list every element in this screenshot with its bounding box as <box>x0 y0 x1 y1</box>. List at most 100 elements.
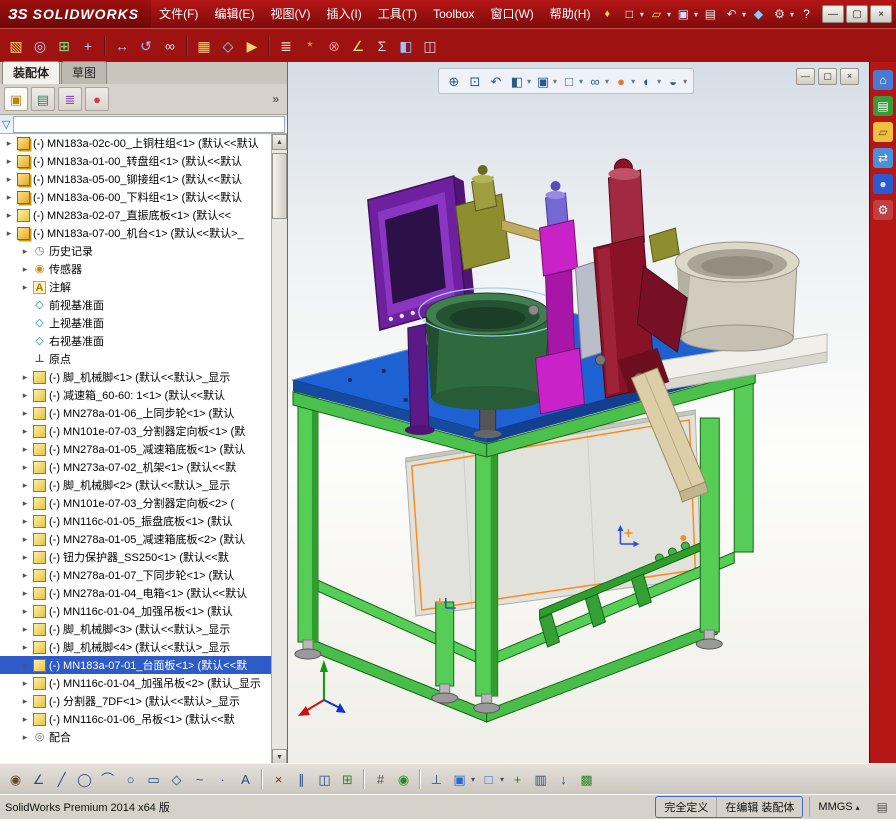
tree-item[interactable]: ▸ ◉ 传感器 <box>0 260 272 278</box>
section-view-button-dropdown[interactable]: ▾ <box>527 77 531 86</box>
expand-arrow[interactable]: ▸ <box>4 228 14 239</box>
save-button[interactable]: ▣ <box>674 5 693 24</box>
expand-arrow[interactable]: ▸ <box>20 282 30 293</box>
expand-arrow[interactable]: ▸ <box>4 156 14 167</box>
expand-arrow[interactable]: ▸ <box>20 606 30 617</box>
open-button-dropdown[interactable]: ▾ <box>667 10 671 19</box>
file-explorer-icon[interactable]: ▱ <box>873 122 893 142</box>
model-leveling-feet[interactable] <box>294 629 723 714</box>
expand-arrow[interactable]: ▸ <box>4 210 14 221</box>
displaymanager-tab[interactable]: ● <box>85 87 109 111</box>
maximize-button[interactable]: ▢ <box>846 5 868 23</box>
menu-pin-icon[interactable]: ♦ <box>598 8 616 20</box>
tree-item[interactable]: ▸ (-) MN101e-07-03_分割器定向板<1> (默 <box>0 422 272 440</box>
viewport-minimize-button[interactable]: — <box>796 68 815 85</box>
help-button[interactable]: ? <box>797 5 816 24</box>
viewport-restore-button[interactable]: ▢ <box>818 68 837 85</box>
tree-item[interactable]: ▸ (-) 减速箱_60-60: 1<1> (默认<<默认 <box>0 386 272 404</box>
expand-arrow[interactable]: ▸ <box>20 264 30 275</box>
display-style-button[interactable]: □ <box>559 71 579 91</box>
tree-item[interactable]: ▸ (-) 脚_机械脚<2> (默认<<默认>_显示 <box>0 476 272 494</box>
viewport-close-button[interactable]: × <box>840 68 859 85</box>
expand-arrow[interactable]: ▸ <box>20 660 30 671</box>
menu-item[interactable]: 编辑(E) <box>206 0 262 28</box>
tree-item[interactable]: ▸ (-) MN278a-01-04_电箱<1> (默认<<默认 <box>0 584 272 602</box>
show-hidden-components-button[interactable]: ∞ <box>159 35 181 57</box>
minimize-button[interactable]: — <box>822 5 844 23</box>
tree-item[interactable]: ▸ (-) 脚_机械脚<4> (默认<<默认>_显示 <box>0 638 272 656</box>
view-planes-button-dropdown[interactable]: ▾ <box>471 775 475 784</box>
edit-appearance-button-dropdown[interactable]: ▾ <box>631 77 635 86</box>
point-button[interactable]: · <box>212 769 233 790</box>
expand-arrow[interactable]: ▸ <box>20 624 30 635</box>
shaded-view-button-dropdown[interactable]: ▾ <box>500 775 504 784</box>
linear-component-pattern-button[interactable]: ⊞ <box>53 35 75 57</box>
tree-item[interactable]: ▸ (-) MN183a-02c-00_上铜柱组<1> (默认<<默认 <box>0 134 272 152</box>
tree-item[interactable]: ▸ (-) 分割器_7DF<1> (默认<<默认>_显示 <box>0 692 272 710</box>
tree-item[interactable]: ▸ (-) MN278a-01-05_减速箱底板<1> (默认 <box>0 440 272 458</box>
tree-item[interactable]: ▸ (-) MN116c-01-05_振盘底板<1> (默认 <box>0 512 272 530</box>
rebuild-button[interactable]: ◆ <box>749 5 768 24</box>
menu-item[interactable]: 帮助(H) <box>542 0 599 28</box>
section-view-button[interactable]: ◧ <box>507 71 527 91</box>
tree-item[interactable]: ▸ (-) MN278a-01-06_上同步轮<1> (默认 <box>0 404 272 422</box>
expand-arrow[interactable]: ▸ <box>20 462 30 473</box>
new-document-button-dropdown[interactable]: ▾ <box>640 10 644 19</box>
scrollbar-up-button[interactable]: ▲ <box>272 134 287 150</box>
scrollbar-thumb[interactable] <box>272 153 287 219</box>
undo-button-dropdown[interactable]: ▾ <box>742 10 746 19</box>
arc-button[interactable]: ⌒ <box>97 769 118 790</box>
expand-arrow[interactable]: ▸ <box>20 552 30 563</box>
expand-arrow[interactable]: ▸ <box>20 696 30 707</box>
polygon-button[interactable]: ◇ <box>166 769 187 790</box>
options-button-dropdown[interactable]: ▾ <box>790 10 794 19</box>
expand-arrow[interactable]: ▸ <box>20 408 30 419</box>
tree-filter-input[interactable] <box>13 115 285 133</box>
grid-snap-button[interactable]: # <box>370 769 391 790</box>
menu-item[interactable]: 窗口(W) <box>482 0 541 28</box>
sketch-snaps-button[interactable]: ◉ <box>393 769 414 790</box>
view-settings-button[interactable]: ◒ <box>663 71 683 91</box>
shaded-view-button[interactable]: □ <box>478 769 499 790</box>
tree-scrollbar[interactable]: ▲ ▼ <box>271 134 287 765</box>
assembly-features-button[interactable]: ▦ <box>193 35 215 57</box>
offset-entities-button[interactable]: ∥ <box>291 769 312 790</box>
expand-arrow[interactable]: ▸ <box>20 246 30 257</box>
move-component-button[interactable]: ↔ <box>111 35 133 57</box>
smart-dimension-button[interactable]: ∠ <box>28 769 49 790</box>
hide-show-items-button[interactable]: ∞ <box>585 71 605 91</box>
filter-funnel-icon[interactable]: ▽ <box>2 118 10 131</box>
custom-properties-icon[interactable]: ⚙ <box>873 200 893 220</box>
zoom-area-button[interactable]: ⊡ <box>465 71 485 91</box>
tab-sketch[interactable]: 草图 <box>61 61 108 84</box>
tree-item[interactable]: ▸ (-) MN116c-01-04_加强吊板<2> (默认_显示 <box>0 674 272 692</box>
display-style-button-dropdown[interactable]: ▾ <box>579 77 583 86</box>
view-planes-button[interactable]: ▣ <box>449 769 470 790</box>
resources-home-icon[interactable]: ⌂ <box>873 70 893 90</box>
propertymanager-tab[interactable]: ▤ <box>31 87 55 111</box>
measure-button[interactable]: ∠ <box>347 35 369 57</box>
section-view-button[interactable]: ◧ <box>395 35 417 57</box>
tree-item[interactable]: ◇ 上视基准面 <box>0 314 272 332</box>
tree-item[interactable]: ▸ (-) MN183a-06-00_下料组<1> (默认<<默认 <box>0 188 272 206</box>
spline-button[interactable]: ~ <box>189 769 210 790</box>
status-note-icon[interactable]: ▤ <box>869 800 896 814</box>
line-button[interactable]: ╱ <box>51 769 72 790</box>
pattern-grid-button[interactable]: ▩ <box>576 769 597 790</box>
scrollbar-track[interactable] <box>272 150 287 749</box>
tab-assembly[interactable]: 装配体 <box>2 61 61 84</box>
expand-arrow[interactable]: ▸ <box>20 732 30 743</box>
open-button[interactable]: ▱ <box>647 5 666 24</box>
menu-item[interactable]: 视图(V) <box>262 0 318 28</box>
expand-arrow[interactable]: ▸ <box>20 570 30 581</box>
tree-item[interactable]: ▸ (-) MN116c-01-04_加强吊板<1> (默认 <box>0 602 272 620</box>
interference-detection-button[interactable]: ⊗ <box>323 35 345 57</box>
expand-arrow[interactable]: ▸ <box>20 498 30 509</box>
manager-tabs-overflow-button[interactable]: » <box>272 92 283 106</box>
menu-item[interactable]: 插入(I) <box>318 0 369 28</box>
expand-arrow[interactable]: ▸ <box>20 480 30 491</box>
ellipse-button[interactable]: ○ <box>120 769 141 790</box>
tree-item[interactable]: ▸ (-) MN273a-07-02_机架<1> (默认<<默 <box>0 458 272 476</box>
expand-arrow[interactable]: ▸ <box>4 138 14 149</box>
tree-item[interactable]: ◇ 右视基准面 <box>0 332 272 350</box>
